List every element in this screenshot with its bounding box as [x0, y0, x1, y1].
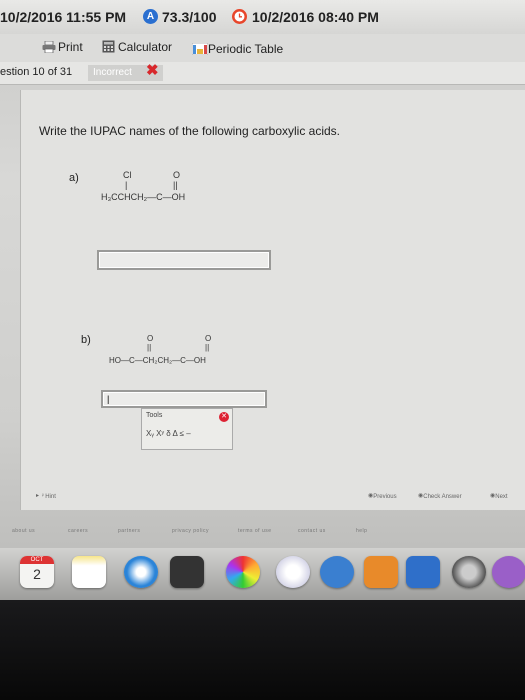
word-icon[interactable]: [406, 556, 440, 588]
facetime-icon[interactable]: [320, 556, 354, 588]
hint-button[interactable]: ▸ ♀ Hint: [36, 492, 56, 500]
photos-icon[interactable]: [226, 556, 260, 588]
calculator-icon: [102, 40, 115, 53]
part-b-answer-input[interactable]: |: [101, 390, 267, 408]
question-prompt: Write the IUPAC names of the following c…: [39, 124, 341, 138]
incorrect-status-tab: Incorrect ✖: [88, 62, 163, 81]
periodic-table-button[interactable]: Periodic Table: [191, 42, 284, 56]
part-b-structure: O O || || HO—C—CH₂CH₂—C—OH: [109, 334, 212, 365]
question-number: estion 10 of 31: [0, 66, 73, 78]
check-answer-button[interactable]: ◉ Check Answer: [418, 492, 462, 500]
red-x-icon: ✖: [146, 62, 159, 79]
screen: 10/2/2016 11:55 PM A 73.3/100 10/2/2016 …: [0, 0, 525, 600]
tools-close-icon[interactable]: ✕: [219, 412, 229, 422]
monitor-bezel: [0, 600, 525, 700]
part-b-label: b): [81, 334, 91, 346]
print-button[interactable]: Print: [42, 40, 83, 54]
footer-link[interactable]: contact us: [298, 528, 326, 534]
footer-links: about us careers partners privacy policy…: [0, 528, 525, 542]
next-button[interactable]: ◉ Next: [490, 492, 508, 500]
due-clock-icon: [232, 9, 247, 24]
score-badge-icon: A: [143, 9, 158, 24]
incorrect-label: Incorrect: [93, 67, 132, 78]
periodic-table-label: Periodic Table: [208, 42, 284, 56]
itunes-icon[interactable]: [276, 556, 310, 588]
footer-link[interactable]: careers: [68, 528, 88, 534]
assignment-status-bar: 10/2/2016 11:55 PM A 73.3/100 10/2/2016 …: [0, 0, 525, 34]
end-datetime: 10/2/2016 08:40 PM: [252, 9, 379, 25]
tools-palette: Tools ✕ Xᵧ Xʸ δ Δ ≤ –: [141, 408, 233, 450]
tools-title: Tools: [146, 412, 163, 419]
safari-icon[interactable]: [124, 556, 158, 588]
calculator-label: Calculator: [118, 40, 173, 54]
part-a-label: a): [69, 172, 79, 184]
part-a-answer-input[interactable]: [97, 250, 271, 270]
footer-link[interactable]: terms of use: [238, 528, 272, 534]
question-navigation-bar: estion 10 of 31 Incorrect ✖: [0, 62, 525, 85]
print-label: Print: [58, 40, 83, 54]
previous-button[interactable]: ◉ Previous: [368, 492, 397, 500]
part-a-structure: Cl O | || H₃CCHCH₂—C—OH: [101, 170, 186, 202]
notes-icon[interactable]: [72, 556, 106, 588]
question-content: Write the IUPAC names of the following c…: [20, 90, 525, 510]
toolbar: Print Calculator Periodic Table: [0, 34, 525, 63]
periodic-table-icon: [191, 42, 209, 56]
calculator-button[interactable]: Calculator: [102, 40, 172, 54]
system-preferences-icon[interactable]: [452, 556, 486, 588]
dock: OCT 2: [0, 548, 525, 600]
hint-navigation-bar: ▸ ♀ Hint ◉ Previous ◉ Check Answer ◉ Nex…: [0, 490, 525, 504]
start-datetime: 10/2/2016 11:55 PM: [0, 9, 127, 25]
itunes-store-icon[interactable]: [492, 556, 525, 588]
footer-link[interactable]: help: [356, 528, 367, 534]
ibooks-icon[interactable]: [364, 556, 398, 588]
score: 73.3/100: [162, 9, 217, 25]
footer-link[interactable]: partners: [118, 528, 140, 534]
photo-booth-icon[interactable]: [170, 556, 204, 588]
tools-buttons[interactable]: Xᵧ Xʸ δ Δ ≤ –: [146, 429, 191, 438]
footer-link[interactable]: privacy policy: [172, 528, 209, 534]
printer-icon: [42, 40, 56, 54]
footer-link[interactable]: about us: [12, 528, 35, 534]
calendar-icon[interactable]: OCT 2: [20, 556, 54, 588]
